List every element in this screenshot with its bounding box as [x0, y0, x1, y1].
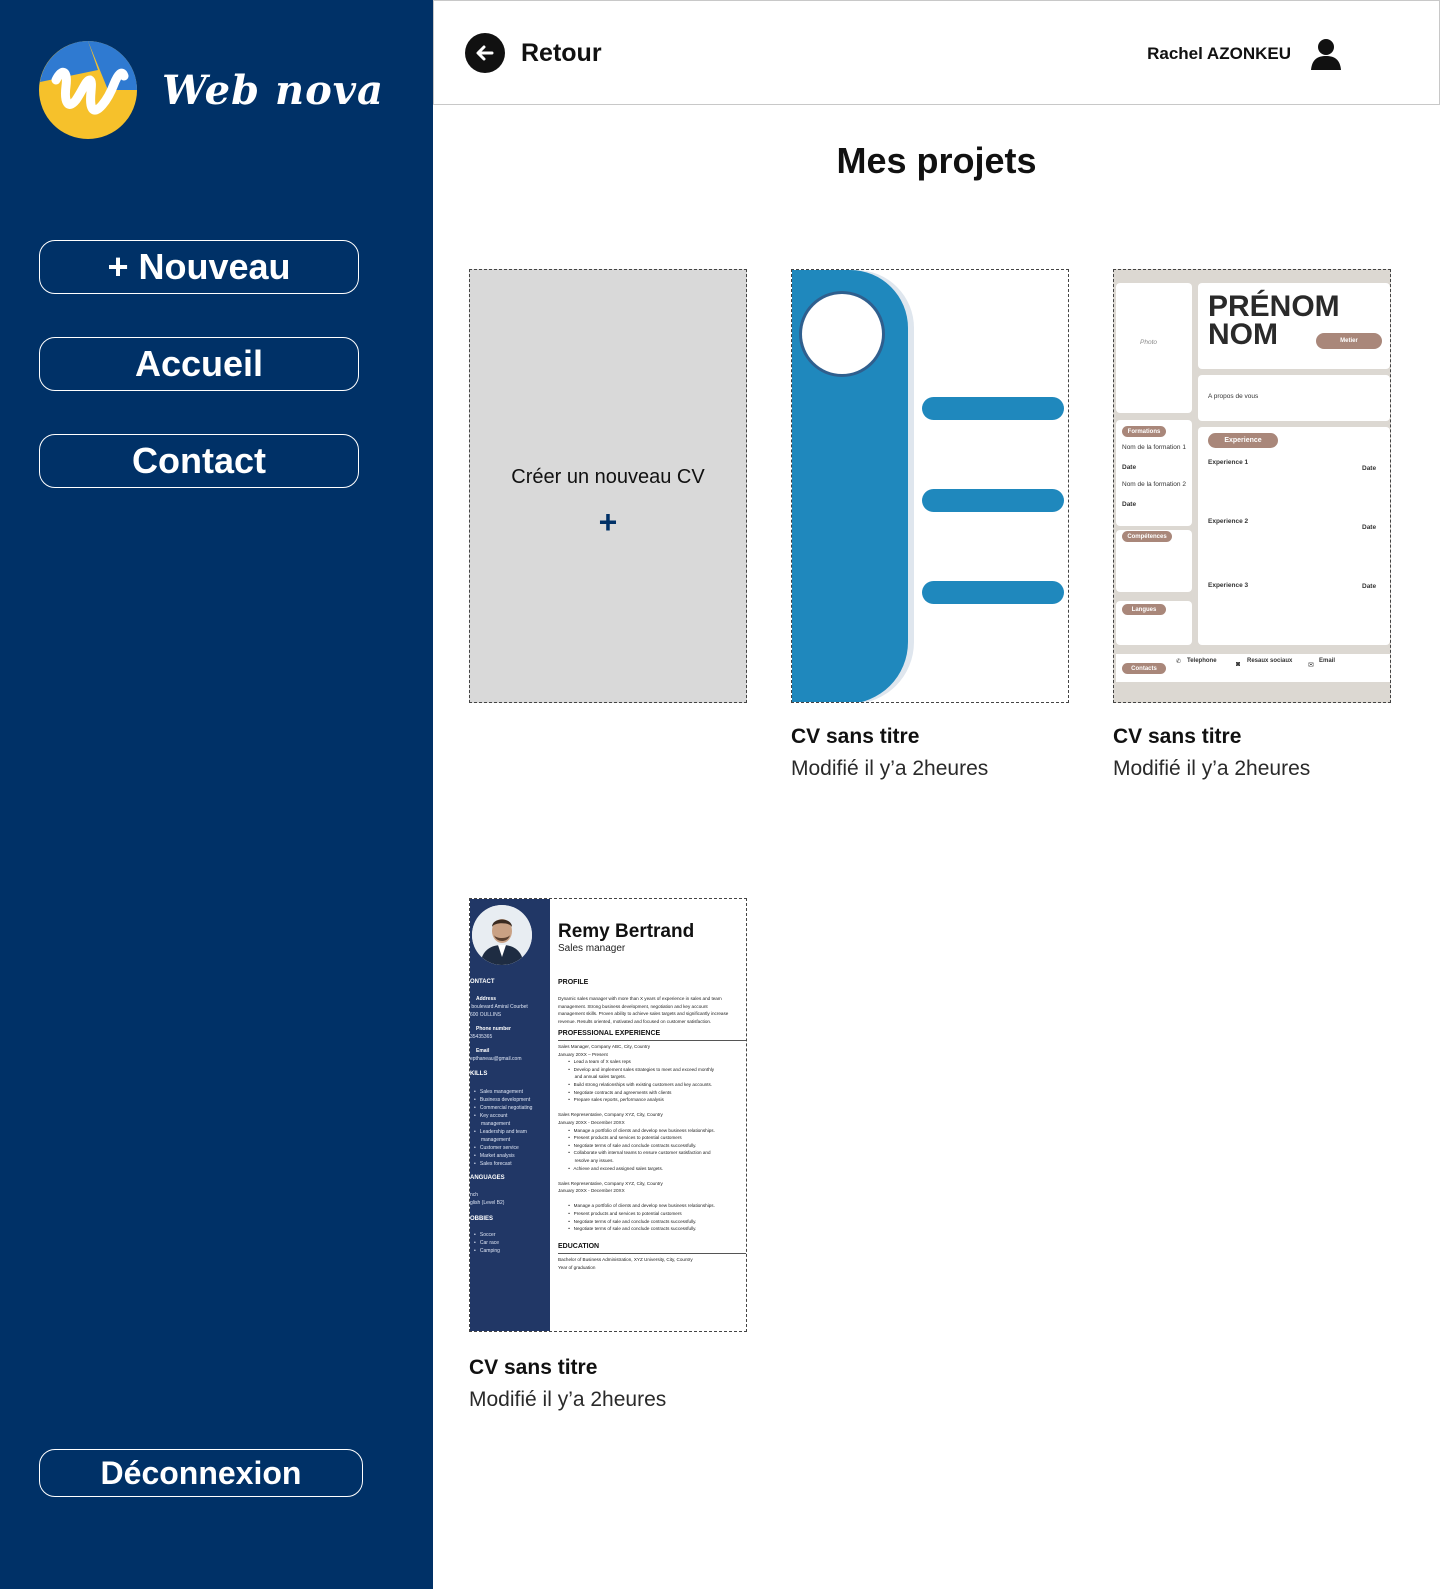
about-box: A propos de vous [1198, 375, 1390, 421]
cv-profile: Dynamic sales manager with more than X y… [558, 996, 729, 1024]
cv-name: Remy Bertrand [558, 921, 695, 942]
user-name: Rachel AZONKEU [1147, 44, 1291, 63]
new-button[interactable]: + Nouveau [39, 240, 359, 294]
cv-address: boulevard Amiral Courbet 600 OULLINS [470, 1004, 528, 1018]
cv-first-name: PRÉNOM [1208, 290, 1340, 323]
experience-box: Experience Experience 1 Date Experience … [1198, 427, 1390, 645]
skills-box: Compétences [1116, 530, 1192, 592]
cv-education-heading: EDUCATION [558, 1243, 600, 1250]
app: Web nova + Nouveau Accueil Contact Décon… [0, 0, 1440, 1589]
create-cv-card[interactable]: Créer un nouveau CV + [469, 269, 747, 703]
languages-box: Langues [1116, 601, 1192, 645]
cv-languages: nch glish (Level B2) [470, 1192, 505, 1206]
project-meta: CV sans titre Modifié il y’a 2heures [469, 1356, 769, 1412]
phone-icon: ✆ [1176, 659, 1182, 665]
cv-role: Sales manager [558, 943, 626, 954]
cv-last-name: NOM [1208, 318, 1278, 351]
mail-icon: ✉ [1308, 662, 1314, 669]
about-label: A propos de vous [1208, 393, 1259, 400]
project-card-thumbnail[interactable]: Photo PRÉNOM NOM Metier A propos de vous… [1113, 269, 1391, 703]
cv-skills: • Sales management • Business developmen… [474, 1089, 533, 1167]
divider [558, 1253, 746, 1254]
cv-email: epthaneau@gmail.com [470, 1056, 522, 1062]
email-label: Email [1319, 658, 1336, 664]
contact-button[interactable]: Contact [39, 434, 359, 488]
project-title[interactable]: CV sans titre [791, 725, 1091, 749]
cv-photo [472, 905, 532, 965]
page-title: Mes projets [836, 140, 1037, 181]
project-modified: Modifié il y’a 2heures [469, 1388, 667, 1411]
experience-1: Experience 1 [1208, 459, 1249, 466]
cv-education: Bachelor of Business Administration, XYZ… [558, 1257, 693, 1270]
back-label: Retour [521, 38, 602, 67]
cv-contact-heading: ONTACT [470, 979, 495, 985]
brand-name: Web nova [162, 66, 384, 114]
project-meta: CV sans titre Modifié il y’a 2heures [1113, 725, 1413, 781]
project-modified: Modifié il y’a 2heures [1113, 757, 1311, 780]
langues-pill: Langues [1122, 604, 1166, 615]
cv-profile-heading: PROFILE [558, 979, 589, 986]
formation-1: Nom de la formation 1 [1122, 444, 1186, 451]
experience-pill: Experience [1208, 433, 1278, 448]
home-button[interactable]: Accueil [39, 337, 359, 391]
formation-2: Nom de la formation 2 [1122, 481, 1186, 488]
cv-hobbies: • Soccer • Car race • Camping [474, 1232, 500, 1254]
experience-3: Experience 3 [1208, 582, 1249, 589]
competences-pill: Compétences [1122, 531, 1172, 542]
logout-button[interactable]: Déconnexion [39, 1449, 363, 1497]
experience-1-date: Date [1362, 465, 1377, 472]
back-button[interactable]: Retour [465, 33, 602, 73]
plus-icon: + [598, 504, 618, 540]
cv-hobbies-heading: OBBIES [470, 1216, 494, 1222]
job-pill: Metier [1316, 333, 1382, 349]
formations-pill: Formations [1122, 426, 1166, 437]
cv-experience-heading: PROFESSIONAL EXPERIENCE [558, 1030, 661, 1037]
web-nova-logo-icon [39, 41, 137, 139]
cv-experience: Sales Manager, Company ABC, City, Countr… [558, 1044, 715, 1232]
contacts-box: Contacts ✆ Telephone ◙ Resaux sociaux ✉ … [1116, 654, 1390, 682]
divider [558, 1040, 746, 1041]
formations-box: Formations Nom de la formation 1 Date No… [1116, 420, 1192, 526]
formation-2-date: Date [1122, 501, 1137, 508]
project-title[interactable]: CV sans titre [469, 1356, 769, 1380]
formation-1-date: Date [1122, 464, 1137, 471]
camera-icon: ◙ [1236, 661, 1241, 668]
project-modified: Modifié il y’a 2heures [791, 757, 989, 780]
photo-label: Photo [1140, 339, 1157, 346]
logo[interactable]: Web nova [38, 40, 384, 140]
contacts-pill: Contacts [1122, 663, 1166, 674]
experience-2: Experience 2 [1208, 518, 1249, 525]
sidebar: Web nova + Nouveau Accueil Contact Décon… [0, 0, 433, 1589]
cv-phone: 35435365 [470, 1034, 493, 1040]
cv-address-heading: Address [476, 996, 497, 1002]
person-photo-icon [472, 905, 532, 965]
project-title[interactable]: CV sans titre [1113, 725, 1413, 749]
cv-languages-heading: ANGUAGES [470, 1175, 505, 1181]
cv-phone-heading: Phone number [476, 1026, 512, 1032]
user-icon [1311, 39, 1341, 70]
cv-sidebar: ONTACT Address boulevard Amiral Courbet … [470, 899, 550, 1331]
top-header: Retour Rachel AZONKEU [433, 0, 1440, 105]
cv-template-blue-preview [792, 270, 1064, 702]
photo-box: Photo [1116, 283, 1192, 413]
back-arrow-icon [465, 33, 505, 73]
project-meta: CV sans titre Modifié il y’a 2heures [791, 725, 1091, 781]
user-menu[interactable]: Rachel AZONKEU [1147, 37, 1343, 71]
project-card-thumbnail[interactable] [791, 269, 1069, 703]
create-cv-label: Créer un nouveau CV [511, 466, 705, 488]
social-label: Resaux sociaux [1247, 658, 1293, 664]
project-card-thumbnail[interactable]: ONTACT Address boulevard Amiral Courbet … [469, 898, 747, 1332]
name-box: PRÉNOM NOM Metier [1198, 283, 1390, 369]
experience-2-date: Date [1362, 524, 1377, 531]
experience-3-date: Date [1362, 583, 1377, 590]
cv-skills-heading: KILLS [470, 1071, 488, 1077]
cv-email-heading: Email [476, 1048, 490, 1054]
telephone-label: Telephone [1187, 658, 1217, 664]
